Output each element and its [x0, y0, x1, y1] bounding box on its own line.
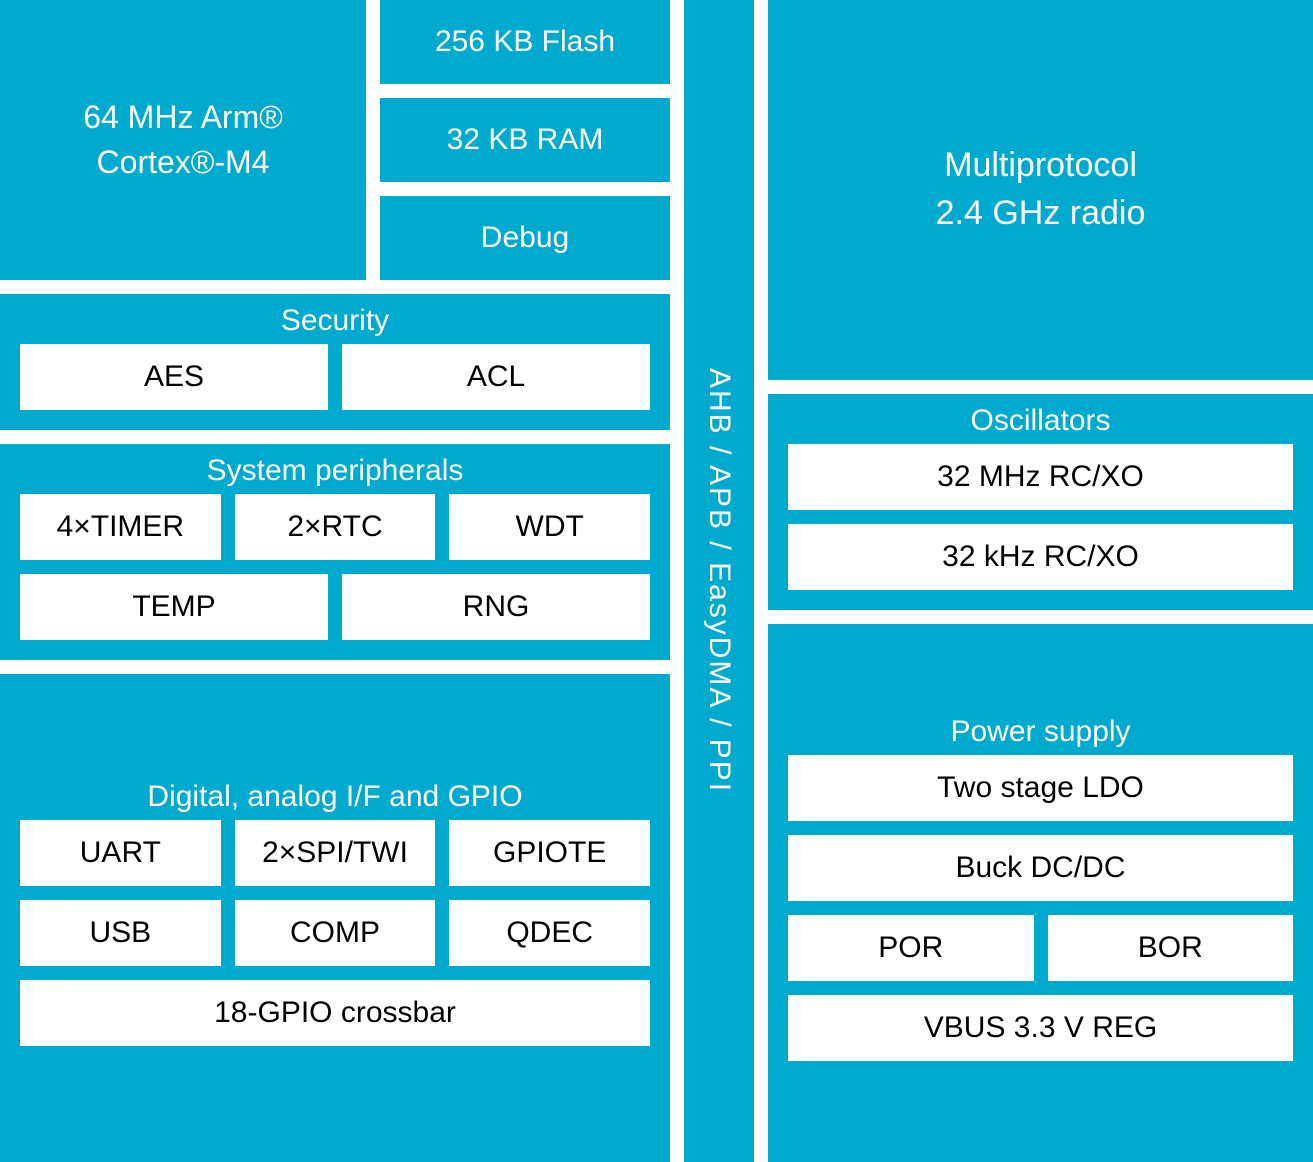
cpu-line2: Cortex®-M4	[97, 140, 270, 185]
bus-column: AHB / APB / EasyDMA / PPI	[684, 0, 754, 1162]
security-block: Security AES ACL	[0, 294, 670, 430]
debug-label: Debug	[481, 221, 569, 255]
radio-block: Multiprotocol 2.4 GHz radio	[768, 0, 1313, 380]
if-qdec: QDEC	[449, 900, 650, 966]
flash-label: 256 KB Flash	[435, 25, 615, 59]
if-gpiote: GPIOTE	[449, 820, 650, 886]
left-column: 64 MHz Arm® Cortex®-M4 256 KB Flash 32 K…	[0, 0, 670, 1162]
peripheral-wdt: WDT	[449, 494, 650, 560]
osc-32mhz: 32 MHz RC/XO	[788, 444, 1293, 510]
if-comp: COMP	[235, 900, 436, 966]
radio-line1: Multiprotocol	[944, 142, 1137, 190]
right-column: Multiprotocol 2.4 GHz radio Oscillators …	[768, 0, 1313, 1162]
oscillators-title: Oscillators	[970, 394, 1110, 444]
security-item-acl: ACL	[342, 344, 650, 410]
cpu-block: 64 MHz Arm® Cortex®-M4	[0, 0, 366, 280]
digital-io-title: Digital, analog I/F and GPIO	[147, 770, 522, 820]
if-usb: USB	[20, 900, 221, 966]
oscillators-block: Oscillators 32 MHz RC/XO 32 kHz RC/XO	[768, 394, 1313, 610]
debug-block: Debug	[380, 196, 670, 280]
cpu-memory-row: 64 MHz Arm® Cortex®-M4 256 KB Flash 32 K…	[0, 0, 670, 280]
system-peripherals-title: System peripherals	[207, 444, 464, 494]
power-buck: Buck DC/DC	[788, 835, 1293, 901]
peripheral-rtc: 2×RTC	[235, 494, 436, 560]
flash-block: 256 KB Flash	[380, 0, 670, 84]
power-supply-block: Power supply Two stage LDO Buck DC/DC PO…	[768, 624, 1313, 1162]
gpio-crossbar: 18-GPIO crossbar	[20, 980, 650, 1046]
ram-label: 32 KB RAM	[447, 123, 604, 157]
peripheral-timer: 4×TIMER	[20, 494, 221, 560]
radio-line2: 2.4 GHz radio	[936, 190, 1146, 238]
memory-column: 256 KB Flash 32 KB RAM Debug	[380, 0, 670, 280]
if-spi-twi: 2×SPI/TWI	[235, 820, 436, 886]
power-vbus-reg: VBUS 3.3 V REG	[788, 995, 1293, 1061]
power-ldo: Two stage LDO	[788, 755, 1293, 821]
soc-block-diagram: 64 MHz Arm® Cortex®-M4 256 KB Flash 32 K…	[0, 0, 1313, 1162]
digital-io-block: Digital, analog I/F and GPIO UART 2×SPI/…	[0, 674, 670, 1162]
peripheral-rng: RNG	[342, 574, 650, 640]
power-supply-title: Power supply	[950, 705, 1130, 755]
power-por: POR	[788, 915, 1034, 981]
system-peripherals-block: System peripherals 4×TIMER 2×RTC WDT TEM…	[0, 444, 670, 660]
ram-block: 32 KB RAM	[380, 98, 670, 182]
osc-32khz: 32 kHz RC/XO	[788, 524, 1293, 590]
bus-label: AHB / APB / EasyDMA / PPI	[702, 368, 736, 793]
power-bor: BOR	[1048, 915, 1294, 981]
security-title: Security	[281, 294, 389, 344]
cpu-line1: 64 MHz Arm®	[83, 95, 283, 140]
peripheral-temp: TEMP	[20, 574, 328, 640]
security-item-aes: AES	[20, 344, 328, 410]
if-uart: UART	[20, 820, 221, 886]
